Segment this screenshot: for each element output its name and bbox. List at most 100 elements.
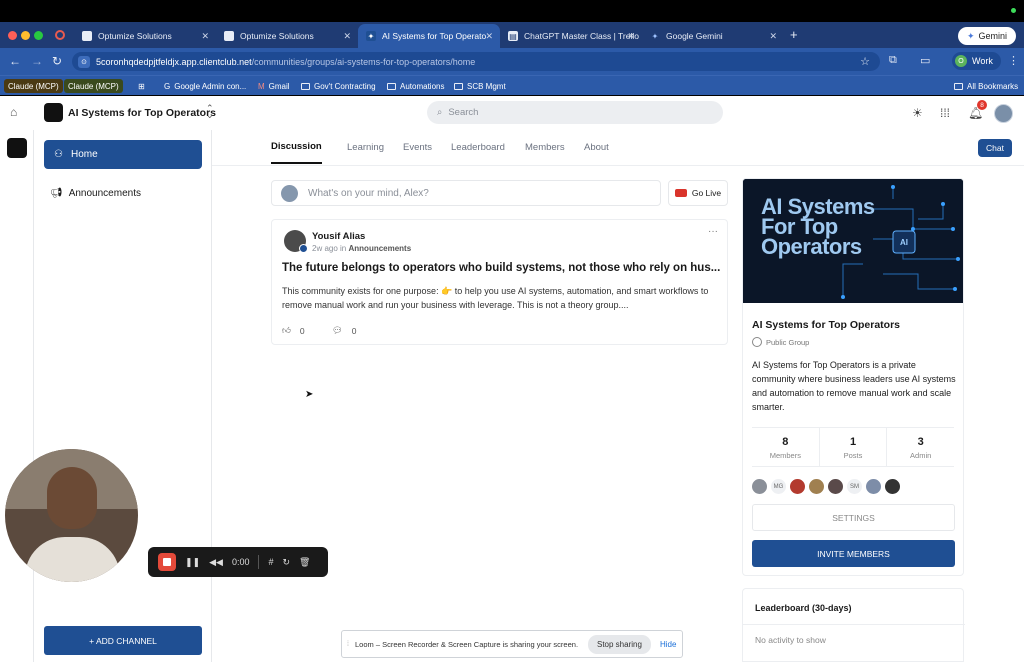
- close-tab-icon[interactable]: ✕: [769, 31, 777, 42]
- bookmark-claude-mcp-2[interactable]: Claude (MCP): [64, 79, 123, 93]
- megaphone-icon: 📢︎: [50, 188, 63, 199]
- site-favicon-icon: [82, 31, 92, 41]
- theme-toggle-sun-icon[interactable]: ☀: [912, 106, 923, 120]
- drag-grip-icon[interactable]: ⁞: [347, 641, 349, 648]
- site-info-icon[interactable]: ⊙: [78, 55, 90, 68]
- trash-icon[interactable]: 🗑︎: [299, 557, 310, 568]
- forward-arrow-icon[interactable]: →: [31, 54, 43, 68]
- stop-sharing-button[interactable]: Stop sharing: [588, 635, 651, 654]
- like-button[interactable]: 👍︎ 0: [282, 325, 305, 336]
- home-icon[interactable]: ⌂: [10, 105, 23, 119]
- bookmark-govt-contracting[interactable]: Gov't Contracting: [301, 79, 376, 93]
- close-window-dot[interactable]: [8, 31, 17, 40]
- post-channel-link[interactable]: Announcements: [349, 244, 412, 253]
- leaderboard-divider: [743, 624, 965, 625]
- composer-avatar: [281, 185, 298, 202]
- user-avatar[interactable]: [994, 104, 1013, 123]
- gemini-button[interactable]: ✦ Gemini: [957, 27, 1016, 45]
- camera-indicator-dot: [1011, 8, 1016, 13]
- bookmark-gmail[interactable]: M Gmail: [258, 79, 290, 93]
- stat-posts[interactable]: 1 Posts: [818, 428, 887, 466]
- browser-tab-2[interactable]: Optumize Solutions ✕: [216, 24, 358, 48]
- hide-notice-link[interactable]: Hide: [660, 640, 676, 649]
- address-bar[interactable]: ⊙ 5coronhqdedpjtfeldjx.app.clientclub.ne…: [72, 52, 880, 71]
- pause-icon[interactable]: ❚❚: [185, 557, 200, 568]
- tab-leaderboard[interactable]: Leaderboard: [451, 130, 505, 164]
- minimize-window-dot[interactable]: [21, 31, 30, 40]
- new-tab-plus-icon[interactable]: +: [790, 27, 798, 42]
- cast-icon[interactable]: ▭: [920, 54, 930, 67]
- browser-tab-5[interactable]: ✦ Google Gemini ✕: [642, 24, 784, 48]
- bookmark-automations[interactable]: Automations: [387, 79, 444, 93]
- webcam-bubble[interactable]: [5, 449, 138, 582]
- bookmark-claude-mcp-1[interactable]: Claude (MCP): [4, 79, 63, 93]
- post-composer-input[interactable]: What's on your mind, Alex?: [271, 180, 661, 206]
- screen-share-notice: ⁞ Loom – Screen Recorder & Screen Captur…: [341, 630, 683, 658]
- close-tab-icon[interactable]: ✕: [627, 31, 635, 42]
- tab-learning[interactable]: Learning: [347, 130, 384, 164]
- group-stats: 8 Members 1 Posts 3 Admin: [752, 427, 954, 467]
- browser-tab-4[interactable]: ▤ ChatGPT Master Class | Trello ✕: [500, 24, 642, 48]
- member-avatar[interactable]: [790, 479, 805, 494]
- stop-recording-button[interactable]: [158, 553, 176, 571]
- settings-button[interactable]: SETTINGS: [752, 504, 955, 531]
- group-switcher-chevron-icon[interactable]: ⌃ ⌄: [206, 104, 214, 120]
- close-tab-icon[interactable]: ✕: [343, 31, 351, 42]
- extensions-puzzle-icon[interactable]: ⧉: [889, 54, 897, 67]
- post-options-icon[interactable]: ···: [708, 226, 718, 237]
- apps-grid-icon[interactable]: ⁞⁞⁞: [940, 106, 950, 120]
- member-avatar[interactable]: MG: [771, 479, 786, 494]
- member-avatar[interactable]: [828, 479, 843, 494]
- post-meta: 2w ago in Announcements: [312, 244, 412, 253]
- invite-members-button[interactable]: INVITE MEMBERS: [752, 540, 955, 567]
- tab-members[interactable]: Members: [525, 130, 565, 164]
- bookmark-google-admin[interactable]: G Google Admin con...: [164, 79, 246, 93]
- group-logo[interactable]: [44, 103, 63, 122]
- tab-about[interactable]: About: [584, 130, 609, 164]
- add-channel-button[interactable]: + ADD CHANNEL: [44, 626, 202, 655]
- close-tab-icon[interactable]: ✕: [201, 31, 209, 42]
- restart-icon[interactable]: ↻: [282, 557, 290, 568]
- tab-discussion[interactable]: Discussion: [271, 130, 322, 164]
- rewind-icon[interactable]: ◀◀: [209, 557, 223, 568]
- chat-button[interactable]: Chat: [978, 139, 1012, 157]
- back-arrow-icon[interactable]: ←: [9, 54, 21, 68]
- site-favicon-icon: ✦: [366, 31, 376, 41]
- sidebar-item-announcements[interactable]: 📢︎ Announcements: [50, 188, 141, 199]
- stat-admin[interactable]: 3 Admin: [886, 428, 954, 466]
- group-name[interactable]: AI Systems for Top Operators: [68, 107, 216, 119]
- member-avatar[interactable]: SM: [847, 479, 862, 494]
- folder-icon: [387, 82, 396, 90]
- comment-button[interactable]: 💬︎ 0: [332, 325, 357, 336]
- stat-members[interactable]: 8 Members: [752, 428, 819, 466]
- banner-title: AI Systems For Top Operators: [761, 194, 875, 259]
- reload-icon[interactable]: ↻: [52, 54, 62, 68]
- group-type: Public Group: [752, 337, 809, 347]
- browser-tab-3-active[interactable]: ✦ AI Systems for Top Operato ✕: [358, 24, 500, 48]
- browser-menu-icon[interactable]: ⋮: [1008, 54, 1019, 67]
- webcam-shirt: [25, 537, 120, 582]
- video-camera-icon: [674, 189, 687, 197]
- member-avatar[interactable]: [866, 479, 881, 494]
- member-avatar[interactable]: [752, 479, 767, 494]
- post-card[interactable]: Yousif Alias 2w ago in Announcements ···…: [271, 219, 728, 345]
- browser-tab-1[interactable]: Optumize Solutions ✕: [74, 24, 216, 48]
- tab-events[interactable]: Events: [403, 130, 432, 164]
- gemini-spark-icon: ✦: [966, 30, 975, 41]
- close-tab-icon[interactable]: ✕: [485, 31, 493, 42]
- go-live-button[interactable]: Go Live: [668, 180, 728, 206]
- post-title[interactable]: The future belongs to operators who buil…: [282, 262, 722, 274]
- profile-button[interactable]: O Work: [952, 52, 1001, 70]
- maximize-window-dot[interactable]: [34, 31, 43, 40]
- apps-grid-icon[interactable]: ⊞: [138, 79, 145, 93]
- member-avatar[interactable]: [809, 479, 824, 494]
- search-input[interactable]: ⌕ Search: [427, 101, 723, 124]
- member-avatar[interactable]: [885, 479, 900, 494]
- draw-grid-icon[interactable]: #: [268, 557, 273, 567]
- sidebar-item-home[interactable]: ⚇ Home: [44, 140, 202, 169]
- post-author[interactable]: Yousif Alias: [312, 231, 365, 242]
- bookmark-scb-mgmt[interactable]: SCB Mgmt: [454, 79, 506, 93]
- all-bookmarks[interactable]: All Bookmarks: [954, 79, 1018, 93]
- rail-group-logo[interactable]: [7, 138, 27, 158]
- bookmark-star-icon[interactable]: ☆: [860, 55, 870, 68]
